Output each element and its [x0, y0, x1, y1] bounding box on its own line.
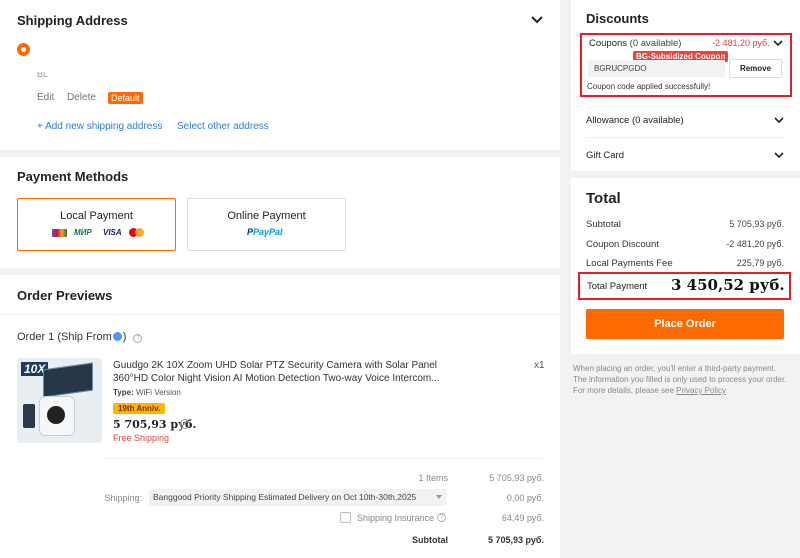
coupons-label: Coupons: [589, 38, 628, 49]
coupon-code-input[interactable]: BGRUCPGDO: [588, 60, 725, 77]
payment-note: When placing an order, you'll enter a th…: [573, 363, 788, 396]
shipping-address-card: Shipping Address BL Edit Delete Default …: [0, 0, 560, 150]
chevron-down-icon[interactable]: [530, 15, 544, 25]
gift-card-row[interactable]: Gift Card: [586, 150, 624, 161]
local-payment-label: Local Payment: [60, 210, 133, 222]
order-label: Order 1 (Ship From: [17, 331, 112, 343]
coupons-available: (0 available): [629, 38, 682, 49]
product-title[interactable]: Guudgo 2K 10X Zoom UHD Solar PTZ Securit…: [113, 359, 443, 385]
total-row-label: Coupon Discount: [586, 239, 659, 250]
remove-coupon-button[interactable]: Remove: [729, 59, 782, 78]
total-row-value: 5 705,93 руб.: [729, 219, 784, 229]
total-title: Total: [586, 190, 621, 207]
visa-logo-icon: VISA: [103, 228, 122, 237]
default-badge: Default: [108, 92, 143, 104]
info-icon[interactable]: !: [180, 419, 190, 429]
select-other-address-link[interactable]: Select other address: [177, 121, 269, 132]
payment-methods-card: Payment Methods Local Payment МИР VISA O…: [0, 157, 560, 268]
subtotal-value: 5 705,93 руб.: [488, 535, 544, 545]
coupons-amount: -2 481,20 руб.: [712, 38, 770, 48]
total-row-label: Subtotal: [586, 219, 621, 230]
insurance-value: 64,49 руб.: [501, 513, 544, 523]
total-card: Total Subtotal 5 705,93 руб. Coupon Disc…: [571, 178, 800, 354]
edit-address-link[interactable]: Edit: [37, 92, 54, 103]
coupon-code-value: BGRUCPGDO: [594, 64, 647, 73]
shipping-value: 0,00 руб.: [506, 493, 544, 503]
delete-address-link[interactable]: Delete: [67, 92, 96, 103]
paypal-logo-icon: PPayPal: [247, 227, 283, 237]
discounts-card: Discounts Coupons (0 available) -2 481,2…: [571, 0, 800, 171]
sbp-logo-icon: [52, 229, 67, 237]
product-type: Type: WiFi Version: [113, 388, 181, 397]
globe-icon: [112, 332, 122, 341]
shipping-label: Shipping:: [104, 493, 142, 503]
local-payment-option[interactable]: Local Payment МИР VISA: [17, 198, 176, 251]
shipping-method-text: Banggood Priority Shipping Estimated Del…: [153, 492, 417, 502]
product-type-label: Type:: [113, 388, 134, 397]
place-order-button[interactable]: Place Order: [586, 309, 784, 339]
address-name: BL: [37, 72, 49, 77]
total-row-subtotal: Subtotal 5 705,93 руб.: [586, 219, 784, 230]
help-icon[interactable]: ?: [133, 334, 143, 343]
discounts-title: Discounts: [586, 11, 649, 26]
allowance-divider: [586, 137, 786, 138]
anniversary-badge: 19th Anniv.: [113, 403, 166, 414]
privacy-policy-link[interactable]: Privacy Policy: [676, 386, 726, 395]
order-previews-card: Order Previews Order 1 (Ship From) ? 10X…: [0, 275, 560, 558]
product-qty: x1: [534, 360, 545, 371]
allowance-chevron-icon[interactable]: [774, 117, 784, 124]
order-header-divider: [0, 314, 560, 315]
product-type-value: WiFi Version: [135, 388, 181, 397]
items-count: 1 Items: [418, 473, 448, 483]
allowance-row[interactable]: Allowance (0 available): [586, 115, 684, 126]
order-label-row: Order 1 (Ship From) ?: [17, 331, 143, 343]
shipping-method-select[interactable]: Banggood Priority Shipping Estimated Del…: [149, 489, 447, 506]
free-shipping-label: Free Shipping: [113, 433, 170, 443]
total-row-fee: Local Payments Fee 225,79 руб.: [586, 258, 784, 269]
paypal-text: PayPal: [253, 227, 283, 237]
insurance-checkbox[interactable]: [340, 512, 351, 523]
coupons-chevron-icon[interactable]: [773, 40, 783, 47]
coupons-row[interactable]: Coupons (0 available): [589, 38, 681, 49]
add-new-address-link[interactable]: + Add new shipping address: [37, 121, 162, 132]
total-payment-label: Total Payment: [587, 281, 648, 292]
online-payment-label: Online Payment: [227, 210, 306, 222]
coupon-success-message: Coupon code applied successfully!: [587, 82, 711, 91]
shipping-address-title: Shipping Address: [17, 13, 128, 28]
total-row-value: 225,79 руб.: [736, 258, 784, 268]
caret-down-icon: [436, 495, 442, 499]
payment-methods-title: Payment Methods: [17, 169, 129, 184]
order-label-close: ): [122, 331, 127, 343]
insurance-label: Shipping Insurance: [357, 513, 435, 523]
gift-card-chevron-icon[interactable]: [774, 152, 784, 159]
total-row-value: -2 481,20 руб.: [726, 239, 784, 249]
total-row-label: Local Payments Fee: [586, 258, 673, 269]
subtotal-label: Subtotal: [412, 535, 448, 545]
address-radio[interactable]: [17, 43, 30, 56]
online-payment-option[interactable]: Online Payment PPayPal: [187, 198, 346, 251]
total-row-coupon: Coupon Discount -2 481,20 руб.: [586, 239, 784, 250]
items-value: 5 705,93 руб.: [489, 473, 544, 483]
mastercard-logo-icon: [129, 228, 144, 237]
total-payment-value: 3 450,52 руб.: [671, 276, 785, 294]
mir-logo-icon: МИР: [74, 228, 92, 237]
order-summary-divider: [103, 458, 543, 459]
product-image[interactable]: 10X: [17, 358, 102, 443]
order-previews-title: Order Previews: [17, 288, 113, 303]
insurance-help-icon[interactable]: ?: [437, 513, 446, 522]
